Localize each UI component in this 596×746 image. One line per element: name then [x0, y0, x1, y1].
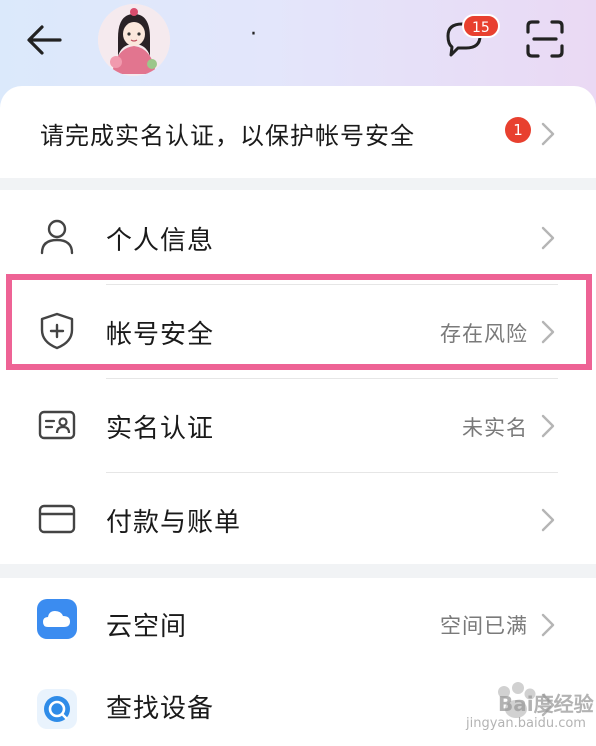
- scan-button[interactable]: [522, 16, 568, 62]
- chevron-right-icon: [541, 122, 555, 146]
- notice-badge: 1: [505, 117, 531, 143]
- account-settings-card: 个人信息 帐号安全 存在风险 实名认证 未实名 付款与账单: [0, 190, 596, 564]
- wallet-card-icon: [38, 504, 76, 534]
- cloud-space-status: 空间已满: [440, 614, 528, 638]
- payment-billing-row[interactable]: 付款与账单: [0, 472, 596, 566]
- cloud-icon: [37, 599, 77, 639]
- payment-billing-label: 付款与账单: [106, 508, 242, 538]
- cloud-space-label: 云空间: [106, 612, 188, 642]
- back-arrow-icon: [27, 25, 62, 55]
- chevron-right-icon: [541, 226, 555, 250]
- back-button[interactable]: [22, 18, 66, 62]
- verification-notice-row[interactable]: 请完成实名认证，以保护帐号安全 1: [0, 86, 596, 180]
- account-security-label: 帐号安全: [106, 320, 215, 350]
- scan-icon: [526, 20, 564, 58]
- verification-notice-text: 请完成实名认证，以保护帐号安全: [40, 122, 415, 150]
- personal-info-row[interactable]: 个人信息: [0, 190, 596, 284]
- user-name: ·: [250, 22, 257, 47]
- avatar[interactable]: [98, 4, 170, 76]
- shield-plus-icon: [40, 312, 74, 350]
- verification-notice-card: 请完成实名认证，以保护帐号安全 1: [0, 86, 596, 178]
- real-name-verification-row[interactable]: 实名认证 未实名: [0, 378, 596, 472]
- account-security-row[interactable]: 帐号安全 存在风险: [0, 284, 596, 378]
- watermark-logo-text: Bai度经验: [498, 692, 594, 716]
- id-card-icon: [38, 410, 76, 440]
- personal-info-label: 个人信息: [106, 226, 215, 256]
- real-name-verification-status: 未实名: [462, 416, 528, 440]
- chevron-right-icon: [541, 508, 555, 532]
- account-security-status: 存在风险: [440, 322, 528, 346]
- chevron-right-icon: [541, 414, 555, 438]
- real-name-verification-label: 实名认证: [106, 414, 215, 444]
- chevron-right-icon: [541, 320, 555, 344]
- message-count-badge: 15: [462, 14, 500, 38]
- cloud-space-row[interactable]: 云空间 空间已满: [0, 578, 596, 672]
- chevron-right-icon: [541, 613, 555, 637]
- find-device-icon: [37, 689, 77, 729]
- find-device-label: 查找设备: [106, 694, 215, 724]
- watermark-url: jingyan.baidu.com: [466, 716, 586, 731]
- person-icon: [40, 219, 74, 255]
